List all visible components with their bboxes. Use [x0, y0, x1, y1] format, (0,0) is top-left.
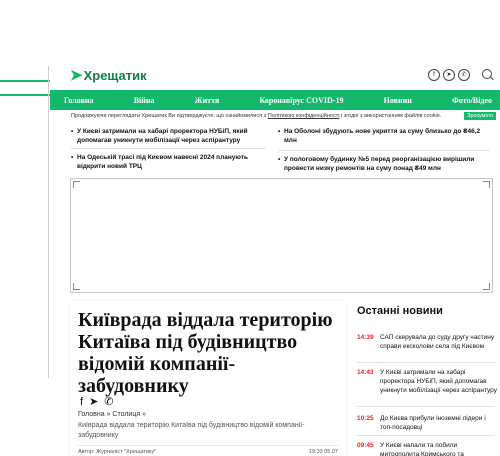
nav-item-home[interactable]: Головна [64, 96, 94, 105]
nav-item-covid[interactable]: Коронавірус COVID-19 [259, 96, 343, 105]
nav-item-life[interactable]: Життя [195, 96, 220, 105]
top-news-left: У Києві затримали на хабарі проректора Н… [71, 127, 266, 175]
news-headline[interactable]: У Києві напали та побили митрополита Кри… [380, 441, 497, 456]
social-links: f ➤ ✆ [428, 69, 470, 81]
top-news-right: На Оболоні збудують нове укриття за суму… [278, 127, 490, 177]
top-news-item[interactable]: На Оболоні збудують нове укриття за суму… [278, 127, 490, 145]
nav-item-photo-video[interactable]: Фото/Відео [452, 96, 492, 105]
ad-corner [73, 181, 80, 188]
nav-item-news[interactable]: Новини [384, 96, 412, 105]
facebook-share-icon[interactable]: f [80, 396, 83, 408]
nav-item-war[interactable]: Війна [134, 96, 155, 105]
top-news-item[interactable]: У пологовому будинку №5 перед реорганіза… [278, 155, 490, 173]
article-author[interactable]: Автор: Журналіст "Хрещатику" [78, 449, 156, 455]
background-divider [48, 66, 49, 378]
article-meta: Автор: Журналіст "Хрещатику" 19:33 05.07 [78, 445, 338, 455]
background-page-edge [0, 66, 50, 456]
phone-icon[interactable]: ✆ [458, 69, 470, 81]
telegram-icon[interactable]: ➤ [443, 69, 455, 81]
breadcrumb-home[interactable]: Головна [78, 411, 105, 418]
logo-text: Хрещатик [83, 68, 147, 83]
top-news-item[interactable]: На Одеській трасі під Києвом навесні 202… [71, 153, 266, 171]
breadcrumb-separator: » [142, 411, 146, 418]
breadcrumb-section[interactable]: Столиця [112, 411, 140, 418]
ad-corner [73, 283, 80, 290]
news-time: 14:39 [357, 334, 374, 341]
viber-share-icon[interactable]: ✆ [104, 395, 113, 408]
logo-arrow-icon: ➤ [70, 67, 83, 84]
divider [357, 435, 495, 436]
main-nav: Головна Війна Життя Коронавірус COVID-19… [50, 90, 500, 110]
news-page: ➤Хрещатик f ➤ ✆ Головна Війна Життя Коро… [50, 57, 500, 456]
privacy-policy-link[interactable]: Політикою конфіденційності [268, 113, 340, 119]
article-time: 19:33 05.07 [308, 449, 338, 455]
search-icon[interactable] [482, 69, 492, 79]
ad-corner [483, 181, 490, 188]
facebook-icon[interactable]: f [428, 69, 440, 81]
telegram-share-icon[interactable]: ➤ [89, 395, 98, 408]
news-time: 09:45 [357, 442, 374, 449]
divider [71, 148, 266, 149]
latest-news-sidebar: Останні новини 14:39 САП скерувала до су… [349, 301, 500, 456]
breadcrumb-current: Київрада віддала територію Китаїва під б… [78, 422, 305, 439]
cookie-text: Продовжуючи переглядати Хрещатик Ви підт… [71, 113, 267, 119]
divider [278, 150, 490, 151]
share-buttons: f ➤ ✆ [80, 395, 114, 409]
site-header: ➤Хрещатик f ➤ ✆ [50, 57, 500, 91]
ad-placeholder [70, 178, 493, 293]
news-time: 10:25 [357, 415, 374, 422]
top-news-item[interactable]: У Києві затримали на хабарі проректора Н… [71, 127, 266, 145]
news-headline[interactable]: У Києві затримали на хабарі проректора Н… [380, 368, 497, 395]
site-logo[interactable]: ➤Хрещатик [70, 66, 147, 84]
sidebar-title: Останні новини [357, 305, 443, 317]
divider [357, 362, 495, 363]
news-headline[interactable]: До Києва прибули іноземні лідери і топ-п… [380, 414, 497, 432]
breadcrumb-separator: » [106, 411, 111, 418]
ad-corner [483, 283, 490, 290]
cookie-accept-button[interactable]: Зрозуміло [464, 112, 496, 120]
background-nav-strip-lower [0, 94, 50, 96]
divider [357, 406, 495, 407]
breadcrumb: Головна » Столиця » [78, 411, 146, 418]
article-card: Київрада віддала територію Китаїва під б… [70, 301, 346, 456]
background-nav-strip [0, 80, 50, 82]
cookie-text-end: і згодні з використанням файлів cookie. [340, 113, 442, 119]
news-time: 14:43 [357, 369, 374, 376]
cookie-notice: Продовжуючи переглядати Хрещатик Ви підт… [50, 112, 500, 122]
news-headline[interactable]: САП скерувала до суду другу частину спра… [380, 333, 497, 351]
article-title: Київрада віддала територію Китаїва під б… [78, 309, 333, 397]
